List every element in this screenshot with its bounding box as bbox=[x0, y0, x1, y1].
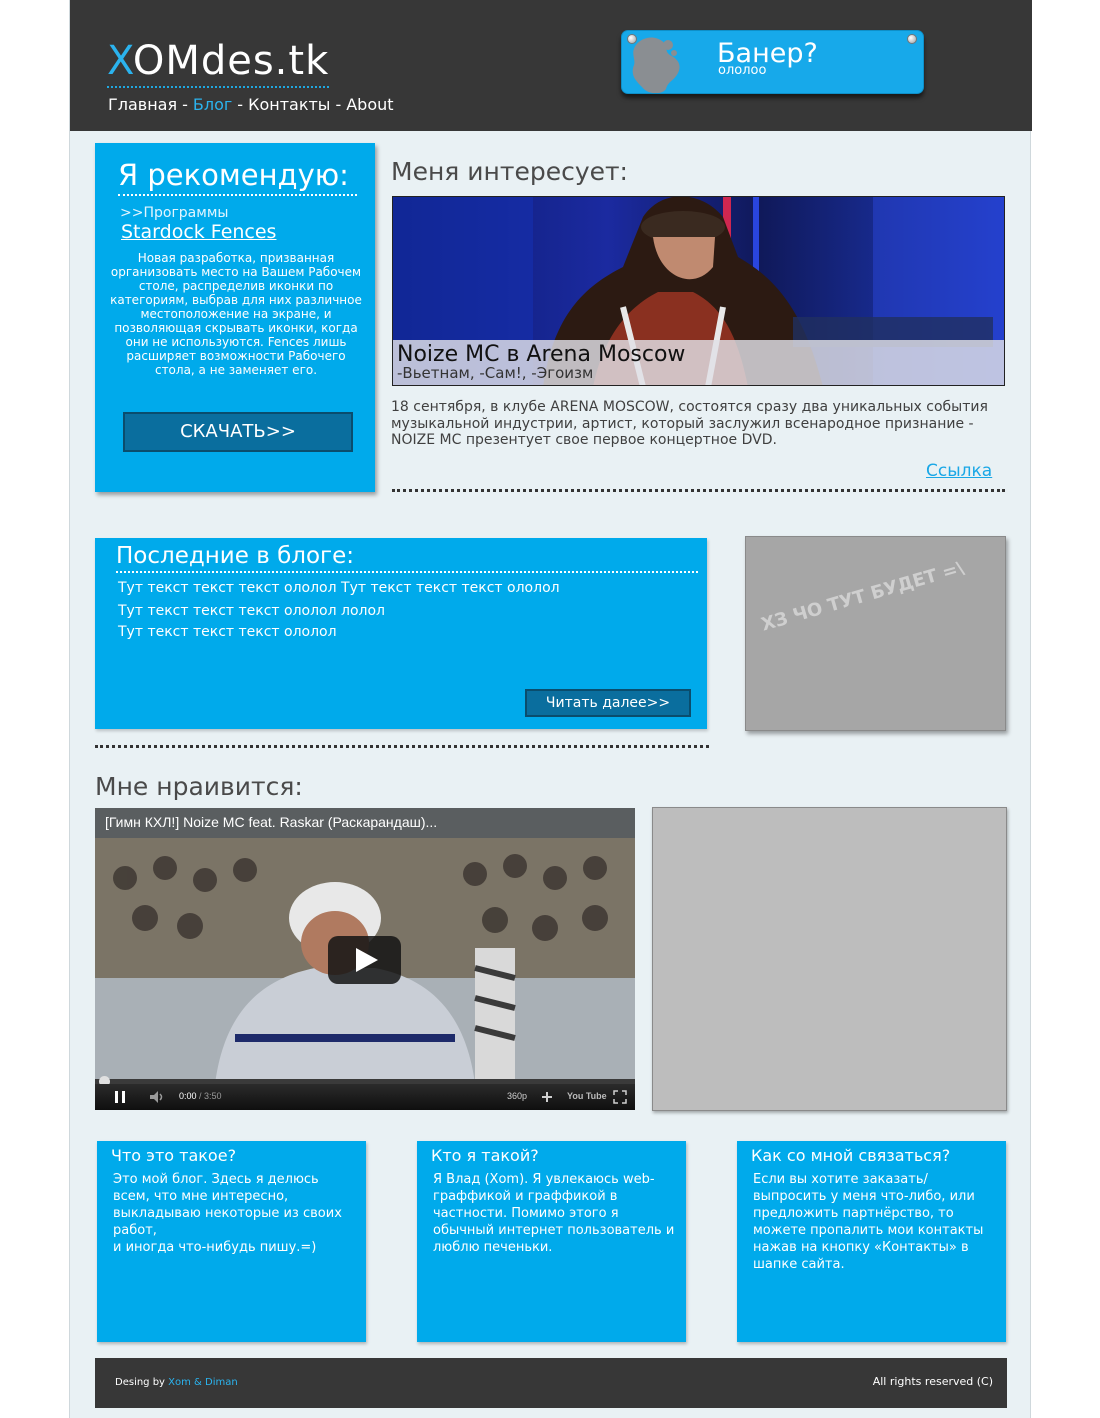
info-box-what: Что это такое? Это мой блог. Здесь я дел… bbox=[97, 1141, 366, 1342]
main-nav: Главная - Блог - Контакты - About bbox=[108, 95, 394, 115]
interest-title: Меня интересует: bbox=[391, 157, 628, 186]
recommend-title: Я рекомендую: bbox=[118, 157, 357, 196]
page: XOMdes.tk Главная - Блог - Контакты - About Ба… bbox=[69, 0, 1032, 1418]
footer-copyright: All rights reserved (C) bbox=[872, 1375, 993, 1388]
recommend-description: Новая разработка, призванная организоват… bbox=[110, 251, 362, 377]
info-body: Это мой блог. Здесь я делюсь всем, что м… bbox=[113, 1172, 342, 1255]
header: XOMdes.tk Главная - Блог - Контакты - About Ба… bbox=[70, 0, 1032, 131]
blog-title: Последние в блоге: bbox=[116, 541, 698, 573]
info-title: Кто я такой? bbox=[431, 1146, 539, 1165]
logo-accent-letter: X bbox=[107, 38, 133, 84]
placeholder-text: ХЗ ЧО ТУТ БУДЕТ =\ bbox=[758, 557, 967, 636]
pin-icon bbox=[627, 34, 637, 44]
fullscreen-icon[interactable] bbox=[613, 1090, 627, 1104]
nav-item-about[interactable]: About bbox=[346, 95, 393, 115]
add-icon[interactable] bbox=[541, 1091, 553, 1103]
recommend-category[interactable]: >>Программы bbox=[120, 205, 228, 221]
video-title[interactable]: [Гимн КХЛ!] Noize MC feat. Raskar (Раска… bbox=[105, 814, 437, 830]
video-controls: 0:00 / 3:50 360p You Tube bbox=[95, 1084, 635, 1110]
footer-design-label: Desing by bbox=[115, 1377, 165, 1388]
play-icon bbox=[356, 948, 378, 972]
play-button[interactable] bbox=[328, 936, 401, 984]
footer: Desing by Xom & Diman All rights reserve… bbox=[95, 1358, 1007, 1408]
nav-separator: - bbox=[182, 95, 188, 114]
interest-link[interactable]: Ссылка bbox=[926, 461, 992, 481]
quality-selector[interactable]: 360p bbox=[507, 1090, 527, 1102]
pin-icon bbox=[907, 34, 917, 44]
nav-item-contacts[interactable]: Контакты bbox=[248, 95, 330, 115]
interest-text: 18 сентября, в клубе ARENA MOSCOW, состо… bbox=[391, 399, 988, 448]
logo-text: OMdes.tk bbox=[132, 38, 330, 84]
pause-icon[interactable] bbox=[113, 1090, 127, 1104]
blog-post-link[interactable]: Тут текст текст текст ололол Тут текст т… bbox=[118, 580, 560, 596]
blog-post-link[interactable]: Тут текст текст текст ололол лолол bbox=[118, 603, 385, 619]
info-body: Я Влад (Xom). Я увлекаюсь web-граффикой … bbox=[433, 1172, 675, 1255]
blog-panel: Последние в блоге: Тут текст текст текст… bbox=[95, 538, 707, 729]
nav-separator: - bbox=[335, 95, 342, 114]
like-title: Мне нраивится: bbox=[95, 772, 303, 801]
recommend-program-link[interactable]: Stardock Fences bbox=[121, 221, 276, 243]
nav-item-blog[interactable]: Блог bbox=[193, 95, 232, 115]
placeholder-box: ХЗ ЧО ТУТ БУДЕТ =\ bbox=[745, 536, 1006, 731]
download-button[interactable]: СКАЧАТЬ>> bbox=[123, 412, 353, 452]
video-time-total: / 3:50 bbox=[196, 1091, 222, 1101]
nav-item-home[interactable]: Главная bbox=[108, 95, 177, 115]
info-box-contact: Как со мной связаться? Если вы хотите за… bbox=[737, 1141, 1006, 1342]
interest-image[interactable]: Noize MC в Arena Moscow -Вьетнам, -Сам!,… bbox=[392, 196, 1005, 386]
divider bbox=[392, 489, 1005, 492]
video-player[interactable]: [Гимн КХЛ!] Noize MC feat. Raskar (Раска… bbox=[95, 808, 635, 1110]
divider bbox=[95, 745, 709, 748]
footer-credits: Desing by Xom & Diman bbox=[115, 1377, 238, 1389]
site-logo[interactable]: XOMdes.tk bbox=[107, 38, 330, 88]
blog-post-link[interactable]: Тут текст текст текст ололол bbox=[118, 624, 337, 640]
info-body: Если вы хотите заказать/выпросить у меня… bbox=[753, 1172, 984, 1272]
footer-authors: Xom & Diman bbox=[168, 1377, 238, 1388]
info-title: Что это такое? bbox=[111, 1146, 237, 1165]
read-more-button[interactable]: Читать далее>> bbox=[525, 689, 691, 717]
header-banner[interactable]: Банер? ололоо bbox=[621, 30, 924, 94]
nav-separator: - bbox=[237, 95, 244, 114]
banner-subtitle: ололоо bbox=[718, 63, 767, 78]
info-box-who: Кто я такой? Я Влад (Xom). Я увлекаюсь w… bbox=[417, 1141, 686, 1342]
youtube-logo[interactable]: You Tube bbox=[567, 1091, 607, 1101]
video-time: 0:00 / 3:50 bbox=[179, 1090, 222, 1102]
volume-icon[interactable] bbox=[149, 1090, 165, 1104]
placeholder-box bbox=[652, 807, 1007, 1111]
recommend-panel: Я рекомендую: >>Программы Stardock Fence… bbox=[95, 143, 375, 492]
splash-graphic-icon bbox=[632, 37, 680, 93]
image-caption-subtitle: -Вьетнам, -Сам!, -Эгоизм bbox=[397, 364, 594, 382]
video-time-current: 0:00 bbox=[179, 1091, 197, 1101]
info-title: Как со мной связаться? bbox=[751, 1146, 951, 1165]
